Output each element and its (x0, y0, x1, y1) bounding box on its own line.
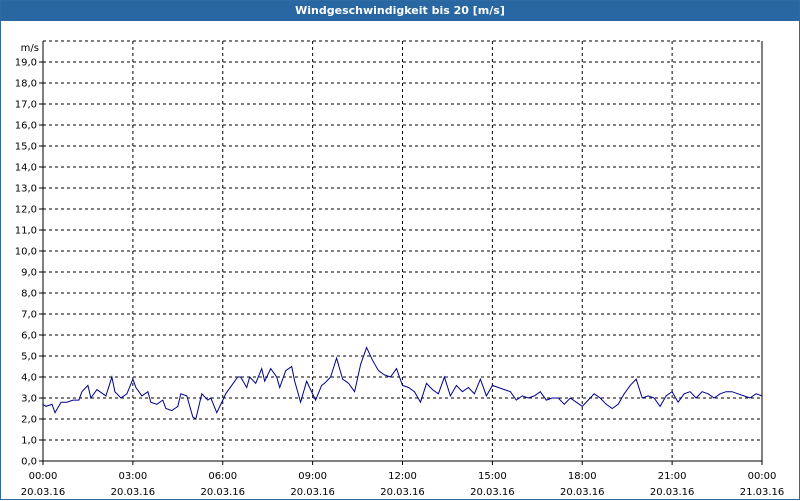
y-tick-label: 5,0 (21, 352, 37, 363)
x-tick-date: 20.03.16 (111, 487, 156, 498)
x-tick-time: 18:00 (568, 471, 597, 482)
y-tick-label: 9,0 (21, 268, 37, 279)
y-tick-label: 18,0 (15, 79, 37, 90)
y-tick-label: 13,0 (15, 184, 37, 195)
x-tick-time: 00:00 (748, 471, 777, 482)
y-tick-label: 8,0 (21, 289, 37, 300)
y-tick-label: 7,0 (21, 310, 37, 321)
y-tick-label: 10,0 (15, 247, 37, 258)
y-tick-label: 4,0 (21, 373, 37, 384)
wind-speed-chart: 0,0 1,0 2,0 3,0 4,0 5,0 6,0 7,0 8,0 9,0 10,0 11,0 12… (15, 40, 785, 498)
x-tick-date: 21.03.16 (740, 487, 785, 498)
y-tick-label: 0,0 (21, 457, 37, 468)
x-tick-time: 00:00 (29, 471, 58, 482)
y-tick-label: 2,0 (21, 415, 37, 426)
y-tick-label: 19,0 (15, 58, 37, 69)
y-axis-label: m/s (21, 43, 39, 54)
y-tick-label: 6,0 (21, 331, 37, 342)
y-tick-label: 15,0 (15, 142, 37, 153)
x-tick-date: 20.03.16 (650, 487, 695, 498)
x-tick-date: 20.03.16 (290, 487, 335, 498)
x-tick-date: 20.03.16 (470, 487, 515, 498)
y-tick-label: 16,0 (15, 121, 37, 132)
y-tick-label: 3,0 (21, 394, 37, 405)
y-tick-label: 12,0 (15, 205, 37, 216)
x-tick-time: 21:00 (658, 471, 687, 482)
x-tick-time: 09:00 (298, 471, 327, 482)
x-tick-time: 06:00 (208, 471, 237, 482)
y-tick-label: 14,0 (15, 163, 37, 174)
y-tick-label: 1,0 (21, 436, 37, 447)
x-tick-date: 20.03.16 (200, 487, 245, 498)
x-tick-date: 20.03.16 (21, 487, 66, 498)
y-tick-label: 11,0 (15, 226, 37, 237)
chart-window: Windgeschwindigkeit bis 20 [m/s] 0,0 1,0 2… (0, 0, 800, 500)
x-tick-time: 03:00 (118, 471, 147, 482)
x-tick-date: 20.03.16 (560, 487, 605, 498)
x-tick-time: 12:00 (388, 471, 417, 482)
x-tick-date: 20.03.16 (380, 487, 425, 498)
y-tick-label: 17,0 (15, 100, 37, 111)
x-tick-time: 15:00 (478, 471, 507, 482)
